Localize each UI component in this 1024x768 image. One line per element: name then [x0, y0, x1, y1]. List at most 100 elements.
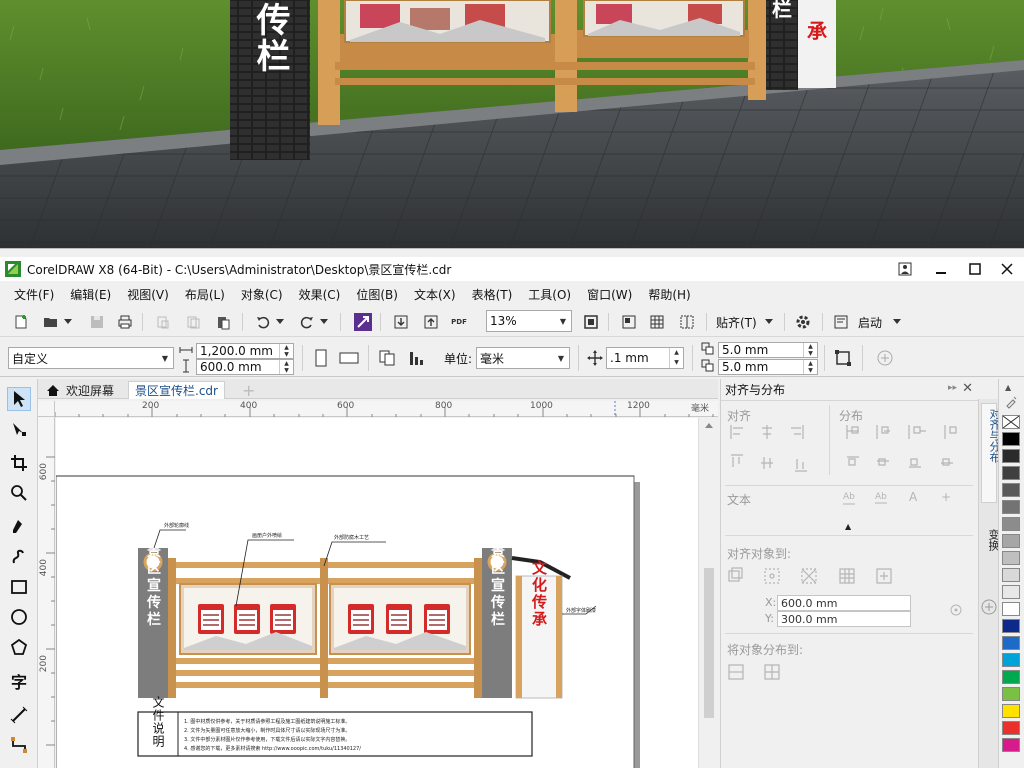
distribute-to-icons[interactable]	[727, 663, 797, 683]
rectangle-tool-icon[interactable]	[7, 575, 31, 599]
page-width-spinner[interactable]: ▲ ▼	[279, 344, 293, 358]
undo-icon[interactable]	[252, 311, 274, 333]
open-dropdown-icon[interactable]	[62, 311, 74, 333]
ellipse-tool-icon[interactable]	[7, 605, 31, 629]
side-tab-align-distribute[interactable]: 对齐与分布	[981, 403, 1001, 503]
all-pages-icon[interactable]	[376, 347, 398, 369]
nudge-distance-field[interactable]: .1 mm ▲ ▼	[606, 347, 684, 369]
copy-icon[interactable]	[182, 311, 204, 333]
color-swatch[interactable]	[1002, 602, 1020, 616]
menu-help[interactable]: 帮助(H)	[640, 286, 698, 303]
color-swatch[interactable]	[1002, 551, 1020, 565]
snap-dropdown-icon[interactable]	[762, 311, 776, 333]
search-content-icon[interactable]	[352, 311, 374, 333]
no-fill-swatch[interactable]	[1002, 415, 1020, 429]
cut-icon[interactable]	[152, 311, 174, 333]
nudge-spinner[interactable]: ▲ ▼	[669, 348, 683, 368]
new-tab-plus-icon[interactable]: +	[236, 381, 261, 400]
zoom-level-field[interactable]: 13% ▼	[486, 310, 572, 332]
paste-icon[interactable]	[212, 311, 234, 333]
color-swatch[interactable]	[1002, 466, 1020, 480]
show-grid-icon[interactable]	[646, 311, 668, 333]
menu-edit[interactable]: 编辑(E)	[62, 286, 119, 303]
units-dropdown-icon[interactable]: ▼	[553, 348, 569, 368]
color-swatch[interactable]	[1002, 653, 1020, 667]
save-icon[interactable]	[86, 311, 108, 333]
menu-effects[interactable]: 效果(C)	[291, 286, 349, 303]
import-icon[interactable]	[390, 311, 412, 333]
color-swatch[interactable]	[1002, 500, 1020, 514]
page-height-field[interactable]: 600.0 mm ▲ ▼	[196, 359, 294, 375]
page-size-dropdown-icon[interactable]: ▼	[157, 348, 173, 368]
treat-as-filled-icon[interactable]	[832, 347, 854, 369]
undo-dropdown-icon[interactable]	[274, 311, 286, 333]
color-swatch[interactable]	[1002, 568, 1020, 582]
duplicate-x-field[interactable]: 5.0 mm ▲ ▼	[718, 342, 818, 358]
drawing-canvas[interactable]: 景区宣传栏 景区宣传栏 文化传承 外部轮廓线 画册户外喷绘 外部防腐木工艺 外部…	[56, 418, 698, 768]
parallel-dimension-tool-icon[interactable]	[7, 703, 31, 727]
color-swatch[interactable]	[1002, 483, 1020, 497]
menu-layout[interactable]: 布局(L)	[177, 286, 233, 303]
palette-scroll-up-icon[interactable]: ▲	[1005, 383, 1011, 392]
horizontal-ruler[interactable]: 200 400 600 800 1000 1200 毫米	[55, 401, 718, 417]
user-account-icon[interactable]	[890, 257, 920, 281]
current-page-icon[interactable]	[406, 347, 428, 369]
portrait-icon[interactable]	[310, 347, 332, 369]
publish-pdf-icon[interactable]: PDF	[448, 311, 470, 333]
minimize-button[interactable]	[926, 257, 956, 281]
add-docker-icon[interactable]	[981, 599, 997, 615]
page-width-field[interactable]: 1,200.0 mm ▲ ▼	[196, 343, 294, 359]
landscape-icon[interactable]	[338, 347, 360, 369]
color-swatch[interactable]	[1002, 738, 1020, 752]
color-swatch[interactable]	[1002, 687, 1020, 701]
print-icon[interactable]	[114, 311, 136, 333]
zoom-dropdown-icon[interactable]: ▼	[555, 311, 571, 331]
color-swatch[interactable]	[1002, 517, 1020, 531]
menu-text[interactable]: 文本(X)	[406, 286, 464, 303]
application-launcher-icon[interactable]	[830, 311, 852, 333]
color-swatch[interactable]	[1002, 534, 1020, 548]
page-height-spinner[interactable]: ▲ ▼	[279, 360, 293, 374]
shape-tool-icon[interactable]	[7, 417, 31, 441]
color-swatch[interactable]	[1002, 432, 1020, 446]
color-swatch[interactable]	[1002, 704, 1020, 718]
duplicate-x-spinner[interactable]: ▲ ▼	[803, 343, 817, 357]
close-button[interactable]	[992, 257, 1022, 281]
color-swatch[interactable]	[1002, 670, 1020, 684]
docker-close-icon[interactable]: ✕	[962, 381, 973, 396]
units-select[interactable]: 毫米 ▼	[476, 347, 570, 369]
text-tool-icon[interactable]: 字	[7, 669, 31, 693]
add-preset-icon[interactable]	[874, 347, 896, 369]
align-icons-grid[interactable]	[727, 423, 977, 481]
x-coord-field[interactable]: 600.0 mm	[777, 595, 911, 611]
connector-tool-icon[interactable]	[7, 733, 31, 757]
duplicate-y-field[interactable]: 5.0 mm ▲ ▼	[718, 359, 818, 375]
vertical-scrollbar[interactable]	[698, 418, 718, 768]
open-folder-icon[interactable]	[40, 311, 62, 333]
color-swatch[interactable]	[1002, 585, 1020, 599]
y-coord-field[interactable]: 300.0 mm	[777, 611, 911, 627]
crop-tool-icon[interactable]	[7, 451, 31, 475]
tab-welcome-screen[interactable]: 欢迎屏幕	[40, 381, 120, 399]
side-tab-transform[interactable]: 变换	[981, 511, 1000, 581]
zoom-to-page-icon[interactable]	[580, 311, 602, 333]
export-icon[interactable]	[420, 311, 442, 333]
polygon-tool-icon[interactable]	[7, 635, 31, 659]
artistic-media-tool-icon[interactable]	[7, 545, 31, 569]
menu-view[interactable]: 视图(V)	[119, 286, 177, 303]
maximize-button[interactable]	[960, 257, 990, 281]
redo-icon[interactable]	[296, 311, 318, 333]
color-swatch[interactable]	[1002, 619, 1020, 633]
launch-dropdown-icon[interactable]	[890, 311, 904, 333]
ruler-origin[interactable]	[38, 401, 55, 417]
full-screen-preview-icon[interactable]	[618, 311, 640, 333]
menu-window[interactable]: 窗口(W)	[579, 286, 640, 303]
launch-label[interactable]: 启动	[858, 314, 882, 331]
redo-dropdown-icon[interactable]	[318, 311, 330, 333]
color-swatch[interactable]	[1002, 721, 1020, 735]
docker-expand-icon[interactable]: ▸▸	[948, 383, 957, 393]
eyedropper-icon[interactable]	[1004, 395, 1018, 409]
collapse-arrow-icon[interactable]: ▲	[845, 522, 851, 531]
show-guidelines-icon[interactable]	[676, 311, 698, 333]
pick-tool-icon[interactable]	[7, 387, 31, 411]
